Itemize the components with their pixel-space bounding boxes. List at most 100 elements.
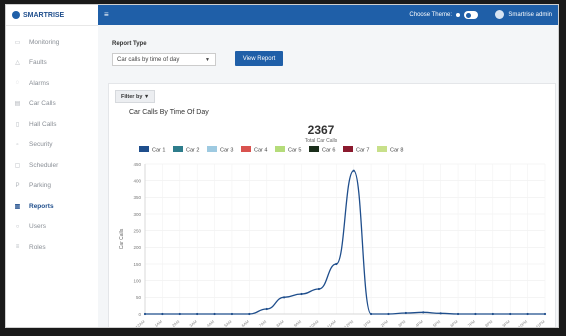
- data-point-18: [456, 312, 460, 316]
- sidebar-item-label: Users: [29, 223, 46, 231]
- x-tick-label-10: 10AM: [308, 319, 319, 328]
- x-tick-label-3: 3AM: [188, 319, 198, 328]
- user-name: Smartrise admin: [508, 11, 552, 18]
- top-bar: ≡ Choose Theme: Smartrise admin: [98, 5, 558, 25]
- sidebar-item-reports[interactable]: ▥ Reports: [6, 196, 98, 217]
- user-icon: ○: [15, 223, 20, 230]
- bell-icon: ◌: [15, 80, 20, 87]
- data-point-20: [491, 312, 494, 316]
- menu-icon[interactable]: ≡: [104, 10, 109, 19]
- data-point-12: [352, 169, 355, 172]
- x-tick-label-9: 9AM: [293, 319, 303, 328]
- data-point-16: [422, 311, 425, 314]
- parking-icon: P: [15, 182, 20, 189]
- y-tick-label-5: 250: [133, 228, 141, 233]
- y-tick-label-3: 150: [133, 262, 141, 267]
- data-point-10: [317, 287, 321, 291]
- sidebar-item-label: Faults: [29, 59, 47, 67]
- sidebar-nav: ▭ Monitoring △ Faults ◌ Alarms ▤ Car Calls ▯…: [6, 26, 98, 258]
- data-point-8: [283, 296, 286, 299]
- report-icon: ▥: [14, 203, 21, 210]
- data-point-23: [543, 312, 547, 316]
- sidebar-item-hall-calls[interactable]: ▯ Hall Calls: [6, 114, 98, 135]
- user-menu[interactable]: Smartrise admin: [495, 10, 552, 19]
- sidebar-item-scheduler[interactable]: ▢ Scheduler: [6, 155, 98, 176]
- sidebar-item-label: Scheduler: [29, 161, 59, 169]
- sidebar-item-label: Parking: [29, 182, 52, 190]
- report-type-value: Car calls by time of day: [117, 56, 180, 63]
- x-tick-label-14: 2PM: [380, 319, 390, 328]
- brand-name: SMARTRISE: [23, 11, 65, 19]
- data-point-4: [213, 312, 216, 316]
- sidebar-item-label: Hall Calls: [29, 120, 57, 128]
- x-tick-label-0: 12AM: [134, 319, 145, 328]
- legend-swatch-3: [207, 146, 217, 152]
- total-value: 2367: [308, 123, 335, 137]
- x-tick-label-19: 7PM: [467, 319, 477, 328]
- light-theme-icon: [456, 13, 460, 17]
- x-tick-label-15: 3PM: [397, 319, 407, 328]
- avatar: [495, 10, 505, 19]
- report-type-label: Report Type: [112, 41, 147, 47]
- legend-label-5: Car 5: [288, 148, 301, 154]
- data-point-22: [526, 312, 529, 316]
- warning-icon: △: [15, 60, 20, 67]
- data-point-1: [161, 312, 164, 316]
- sidebar-item-parking[interactable]: P Parking: [6, 176, 98, 197]
- sidebar-item-car-calls[interactable]: ▤ Car Calls: [6, 94, 98, 115]
- main-content: Report Type Car calls by time of day ▼ V…: [98, 25, 558, 327]
- theme-label: Choose Theme:: [409, 12, 452, 18]
- data-point-5: [230, 312, 234, 316]
- sidebar-item-roles[interactable]: ≡ Roles: [6, 237, 98, 258]
- roles-icon: ≡: [15, 244, 20, 251]
- sidebar-item-label: Alarms: [29, 79, 50, 87]
- view-report-button[interactable]: View Report: [235, 51, 283, 66]
- x-tick-label-11: 11AM: [326, 319, 337, 328]
- legend-swatch-8: [377, 146, 387, 152]
- total-label: Total Car Calls: [305, 138, 338, 144]
- x-tick-label-2: 2AM: [171, 319, 181, 328]
- sidebar-item-faults[interactable]: △ Faults: [6, 53, 98, 74]
- brand-logo[interactable]: SMARTRISE: [6, 5, 98, 26]
- data-point-21: [509, 312, 512, 316]
- x-tick-label-12: 12PM: [343, 319, 354, 328]
- x-tick-label-5: 5AM: [223, 319, 233, 328]
- x-tick-label-13: 1PM: [362, 319, 372, 328]
- theme-toggle[interactable]: [464, 11, 478, 19]
- theme-chooser: Choose Theme:: [409, 11, 478, 19]
- y-tick-label-8: 400: [133, 178, 141, 183]
- lock-icon: ▫: [16, 141, 19, 148]
- x-tick-label-6: 6AM: [240, 319, 250, 328]
- y-tick-label-4: 200: [133, 245, 141, 250]
- legend-swatch-2: [173, 146, 183, 152]
- app-window: SMARTRISE ▭ Monitoring △ Faults ◌ Alarms ▤ C…: [5, 4, 559, 328]
- sidebar-item-users[interactable]: ○ Users: [6, 217, 98, 238]
- sidebar: SMARTRISE ▭ Monitoring △ Faults ◌ Alarms ▤ C…: [6, 5, 99, 327]
- y-tick-label-9: 450: [133, 162, 141, 167]
- line-chart: 2367Total Car Calls Car 1 Car 2 Car 3 Car 4 C…: [119, 123, 547, 328]
- sidebar-item-alarms[interactable]: ◌ Alarms: [6, 73, 98, 94]
- hall-icon: ▯: [15, 121, 20, 128]
- legend-label-4: Car 4: [254, 148, 267, 154]
- y-tick-label-7: 350: [133, 195, 141, 200]
- monitor-icon: ▭: [14, 39, 21, 46]
- x-tick-label-4: 4AM: [206, 319, 216, 328]
- report-type-select[interactable]: Car calls by time of day ▼: [112, 53, 216, 66]
- sidebar-item-security[interactable]: ▫ Security: [6, 135, 98, 156]
- y-axis-label: Car Calls: [119, 228, 125, 249]
- x-tick-label-18: 6PM: [449, 319, 459, 328]
- legend-label-2: Car 2: [186, 148, 199, 154]
- data-point-13: [369, 312, 373, 316]
- y-tick-label-2: 100: [133, 278, 141, 283]
- legend-swatch-6: [309, 146, 319, 152]
- data-point-14: [387, 312, 390, 316]
- sidebar-item-monitoring[interactable]: ▭ Monitoring: [6, 32, 98, 53]
- x-tick-label-17: 5PM: [432, 319, 442, 328]
- x-tick-label-20: 8PM: [484, 319, 494, 328]
- x-tick-label-21: 9PM: [501, 319, 511, 328]
- series-line-car-1: [144, 170, 545, 315]
- y-tick-label-6: 300: [133, 212, 141, 217]
- data-point-9: [300, 292, 303, 296]
- legend-swatch-4: [241, 146, 251, 152]
- data-point-11: [335, 262, 338, 266]
